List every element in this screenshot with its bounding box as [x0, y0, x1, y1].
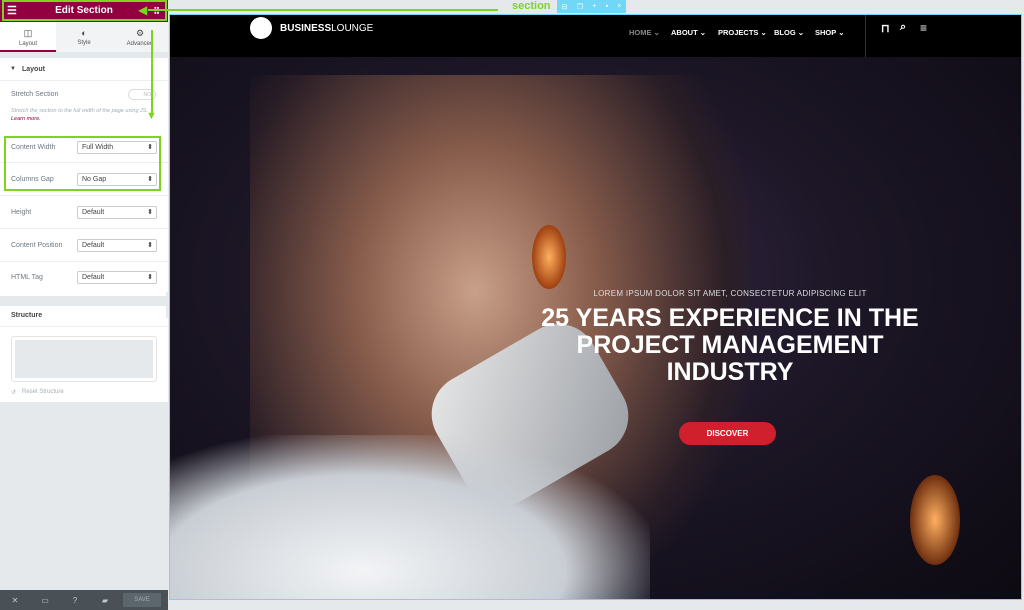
- tab-label: Style: [77, 40, 91, 46]
- control-label: Content Position: [11, 242, 63, 249]
- nav-home[interactable]: HOME ⌄: [629, 28, 660, 37]
- site-logo[interactable]: BUSINESSLOUNGE: [280, 23, 373, 34]
- help-icon[interactable]: ?: [60, 596, 90, 605]
- cart-icon[interactable]: ⊓: [881, 22, 890, 35]
- discover-button[interactable]: DISCOVER: [679, 422, 776, 445]
- panel-tabs: ◫ Layout ◐ Style ⚙ Advanced: [0, 22, 168, 52]
- editor-panel: ☰ Edit Section ⠿ ◫ Layout ◐ Style ⚙ Advance…: [0, 0, 175, 610]
- bokeh-light: [910, 475, 960, 565]
- tab-advanced[interactable]: ⚙ Advanced: [112, 22, 168, 52]
- style-icon: ◐: [81, 28, 87, 38]
- edit-section-icon[interactable]: ⊟: [562, 3, 568, 11]
- divider: [0, 80, 168, 81]
- arrow-down-icon: ▼: [146, 110, 157, 122]
- hamburger-icon[interactable]: ≡: [920, 21, 927, 35]
- hero-shirt: [170, 435, 650, 599]
- tab-label: Layout: [18, 41, 37, 47]
- divider: [0, 195, 168, 196]
- arrow-left-icon: ◀: [138, 3, 148, 17]
- tab-layout[interactable]: ◫ Layout: [0, 22, 56, 52]
- gear-icon: ⚙: [135, 28, 145, 38]
- responsive-icon[interactable]: ▭: [30, 596, 60, 605]
- annotation-arrow: [151, 30, 153, 115]
- section-toolbar: ⊟ ❐ + ▪ ×: [557, 0, 626, 13]
- nav-blog[interactable]: BLOG ⌄: [774, 28, 804, 37]
- nav-projects[interactable]: PROJECTS ⌄: [718, 28, 767, 37]
- caret-down-icon: ▼: [10, 66, 16, 72]
- save-template-icon[interactable]: ▪: [606, 3, 608, 10]
- reset-icon: ↺: [11, 390, 17, 396]
- search-icon[interactable]: ⌕: [900, 21, 906, 34]
- divider: [0, 326, 168, 327]
- nav-about[interactable]: ABOUT ⌄: [671, 28, 706, 37]
- folder-icon[interactable]: ▰: [90, 596, 120, 605]
- control-label: HTML Tag: [11, 274, 43, 281]
- stretch-desc: Stretch the section to the full width of…: [11, 108, 148, 114]
- learn-more-link[interactable]: Learn more.: [11, 116, 41, 122]
- delete-icon[interactable]: ×: [617, 3, 621, 10]
- section-heading: Layout: [22, 66, 45, 73]
- reset-structure-button[interactable]: Reset Structure: [22, 389, 64, 395]
- html-tag-select[interactable]: Default: [77, 271, 157, 284]
- control-label: Height: [11, 209, 32, 216]
- structure-section: Structure ↺ Reset Structure: [0, 306, 168, 402]
- close-icon[interactable]: ✕: [0, 596, 30, 605]
- stretch-label: Stretch Section: [11, 91, 59, 98]
- site-header: BUSINESSLOUNGE HOME ⌄ ABOUT ⌄ PROJECTS ⌄…: [170, 15, 1021, 57]
- add-icon[interactable]: +: [592, 3, 596, 10]
- divider: [0, 228, 168, 229]
- divider: [0, 261, 168, 262]
- nav-shop[interactable]: SHOP ⌄: [815, 28, 845, 37]
- layout-icon: ◫: [23, 28, 33, 38]
- tab-label: Advanced: [126, 41, 154, 47]
- duplicate-icon[interactable]: ❐: [577, 3, 583, 11]
- section-heading: Structure: [11, 312, 43, 319]
- bokeh-light: [532, 225, 566, 289]
- annotation-box-controls: [4, 136, 161, 191]
- tab-style[interactable]: ◐ Style: [56, 22, 112, 52]
- hero-title: 25 YEARS EXPERIENCE IN THE PROJECT MANAG…: [541, 304, 919, 386]
- site-logo-icon: [250, 17, 272, 39]
- annotation-arrow: [148, 9, 498, 11]
- save-button[interactable]: SAVE: [123, 593, 161, 607]
- annotation-label: section: [512, 0, 551, 12]
- hero-subtitle: LOREM IPSUM DOLOR SIT AMET, CONSECTETUR …: [593, 289, 867, 298]
- toggle-text: NO: [143, 92, 152, 98]
- panel-footer: ✕ ▭? ▰ SAVE: [0, 590, 168, 610]
- page-preview: BUSINESSLOUNGE HOME ⌄ ABOUT ⌄ PROJECTS ⌄…: [169, 14, 1022, 600]
- height-select[interactable]: Default: [77, 206, 157, 219]
- content-position-select[interactable]: Default: [77, 239, 157, 252]
- structure-preview[interactable]: [11, 336, 157, 382]
